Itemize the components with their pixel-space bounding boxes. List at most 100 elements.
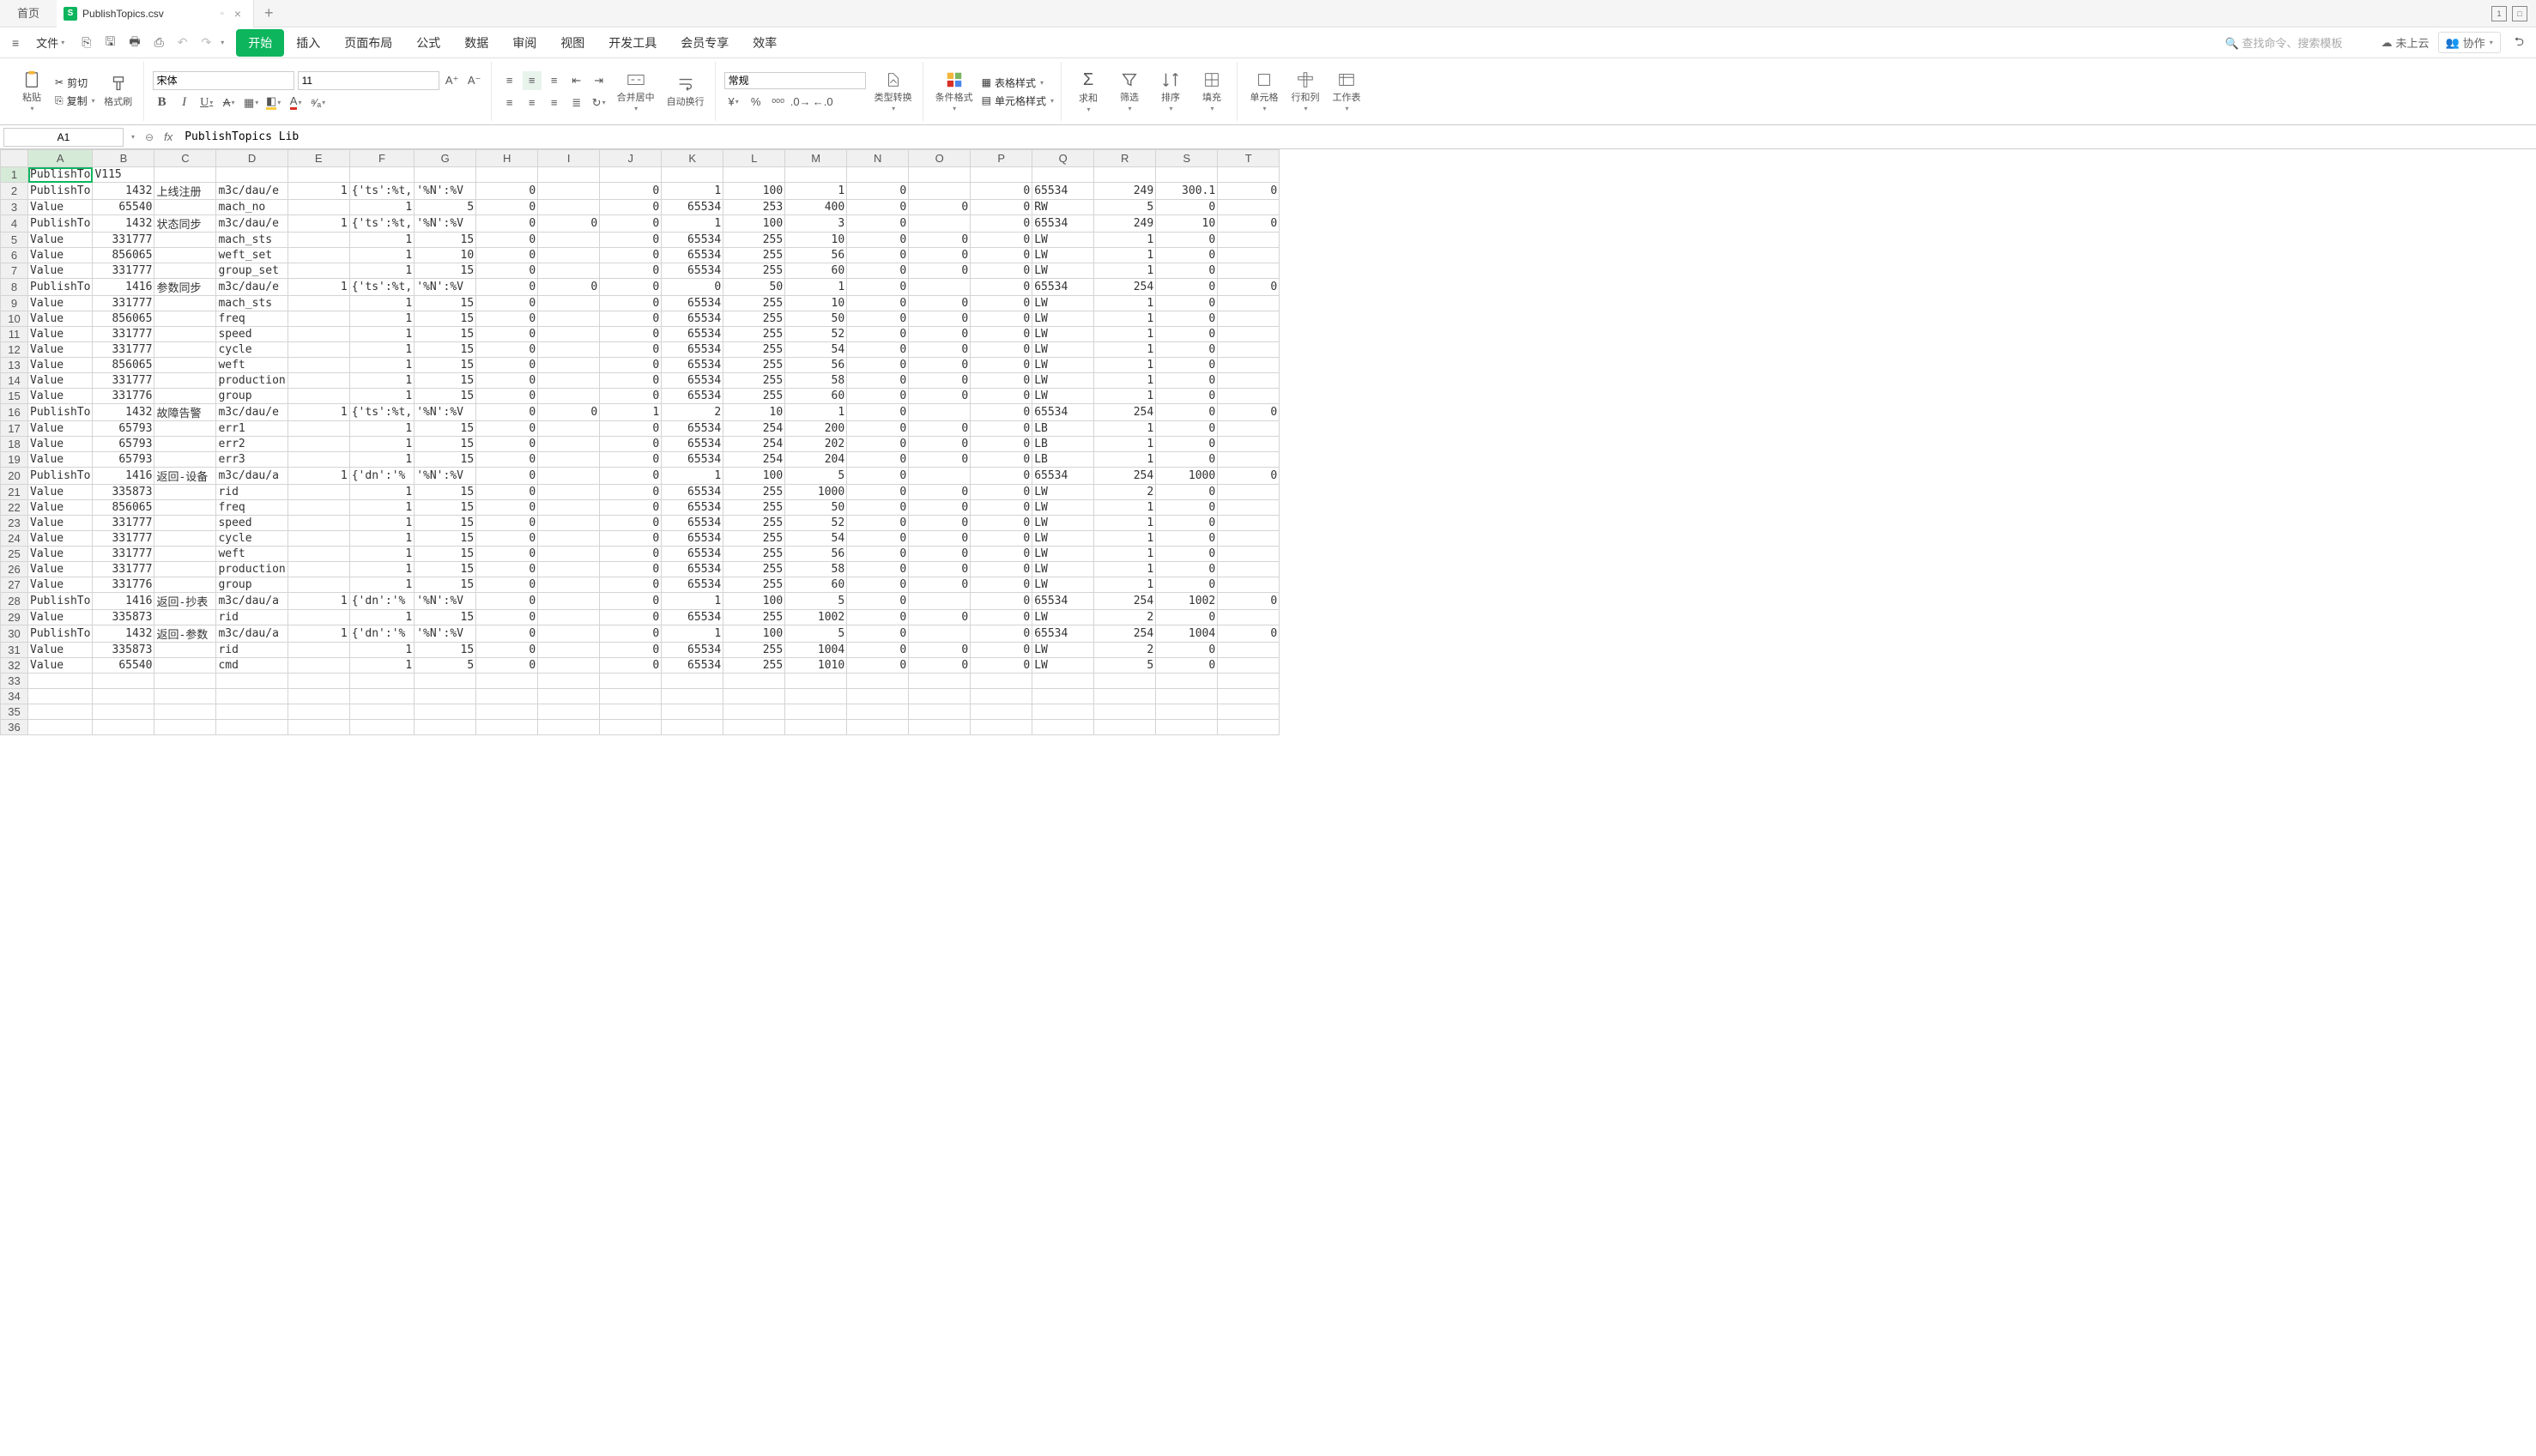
cell[interactable]: 1 <box>1094 248 1156 263</box>
align-top-icon[interactable]: ≡ <box>500 71 519 90</box>
cell[interactable]: 65534 <box>1032 593 1094 610</box>
cell[interactable] <box>1156 704 1218 720</box>
cell[interactable] <box>538 562 600 577</box>
cell[interactable]: 0 <box>476 500 538 516</box>
cell[interactable] <box>154 610 216 625</box>
cell[interactable]: 65534 <box>662 296 723 311</box>
cell[interactable]: 0 <box>476 625 538 643</box>
cell[interactable]: 65793 <box>93 421 154 437</box>
cell[interactable] <box>538 674 600 689</box>
cell[interactable]: 10 <box>1156 215 1218 233</box>
panel-toggle-icon[interactable]: ⮌ <box>2509 29 2529 57</box>
cell[interactable]: 65534 <box>662 311 723 327</box>
cell[interactable]: 65540 <box>93 200 154 215</box>
cell[interactable] <box>476 674 538 689</box>
cell[interactable] <box>662 720 723 735</box>
cell[interactable]: 0 <box>847 468 909 485</box>
cell[interactable] <box>538 516 600 531</box>
cell[interactable]: 0 <box>847 263 909 279</box>
col-header-N[interactable]: N <box>847 150 909 167</box>
cell[interactable] <box>538 389 600 404</box>
cell[interactable]: '%N':%V <box>415 183 476 200</box>
cell[interactable] <box>538 452 600 468</box>
cell[interactable] <box>909 689 971 704</box>
cell[interactable] <box>1218 658 1280 674</box>
row-header[interactable]: 24 <box>1 531 28 547</box>
italic-button[interactable]: I <box>175 94 194 112</box>
cell[interactable]: 0 <box>538 279 600 296</box>
cell[interactable]: weft <box>216 358 287 373</box>
cell[interactable]: 1 <box>349 610 414 625</box>
cell[interactable]: 0 <box>600 183 662 200</box>
row-header[interactable]: 27 <box>1 577 28 593</box>
cell[interactable]: 331777 <box>93 327 154 342</box>
cell[interactable] <box>287 421 349 437</box>
cell[interactable]: 1 <box>349 643 414 658</box>
cell[interactable]: 0 <box>600 643 662 658</box>
cell[interactable]: 65540 <box>93 658 154 674</box>
cell[interactable]: 1 <box>1094 358 1156 373</box>
cell[interactable]: speed <box>216 516 287 531</box>
close-tab-icon[interactable]: × <box>229 5 246 22</box>
cell[interactable]: 54 <box>785 342 847 358</box>
cell[interactable]: m3c/dau/e <box>216 279 287 296</box>
cell[interactable]: 0 <box>847 404 909 421</box>
cell[interactable]: 1 <box>349 200 414 215</box>
cell[interactable]: {'dn':'% <box>349 625 414 643</box>
cell[interactable]: 0 <box>476 296 538 311</box>
select-all-corner[interactable] <box>1 150 28 167</box>
cell[interactable]: 0 <box>847 593 909 610</box>
cell[interactable]: 0 <box>600 421 662 437</box>
cell[interactable] <box>785 167 847 183</box>
cell[interactable] <box>476 720 538 735</box>
cell[interactable]: mach_sts <box>216 233 287 248</box>
cell[interactable]: 0 <box>971 468 1032 485</box>
cell[interactable]: PublishTo <box>28 167 93 183</box>
cell[interactable]: 0 <box>971 327 1032 342</box>
cell[interactable]: 0 <box>1156 577 1218 593</box>
cell[interactable] <box>154 389 216 404</box>
cell[interactable] <box>971 689 1032 704</box>
row-header[interactable]: 13 <box>1 358 28 373</box>
menu-tab-8[interactable]: 会员专享 <box>669 29 741 57</box>
cell[interactable] <box>154 248 216 263</box>
cell[interactable]: 0 <box>847 279 909 296</box>
cell[interactable]: Value <box>28 263 93 279</box>
cell[interactable]: 1 <box>349 437 414 452</box>
cell[interactable]: 0 <box>971 610 1032 625</box>
cell[interactable]: 60 <box>785 577 847 593</box>
row-header[interactable]: 21 <box>1 485 28 500</box>
cell[interactable]: 0 <box>971 215 1032 233</box>
cell[interactable]: 15 <box>415 485 476 500</box>
cell[interactable]: 0 <box>1156 643 1218 658</box>
cell[interactable]: speed <box>216 327 287 342</box>
cell[interactable]: cmd <box>216 658 287 674</box>
cell[interactable]: 254 <box>1094 404 1156 421</box>
cell[interactable] <box>287 577 349 593</box>
col-header-G[interactable]: G <box>415 150 476 167</box>
cell[interactable] <box>538 167 600 183</box>
cell[interactable] <box>847 689 909 704</box>
cell[interactable] <box>287 531 349 547</box>
preview-icon[interactable]: ⎙ <box>149 32 169 53</box>
cell[interactable]: 0 <box>600 516 662 531</box>
cell[interactable]: '%N':%V <box>415 215 476 233</box>
cell[interactable]: 0 <box>971 263 1032 279</box>
indent-dec-icon[interactable]: ⇤ <box>567 71 586 90</box>
cell[interactable] <box>415 167 476 183</box>
cell[interactable] <box>600 167 662 183</box>
cell[interactable] <box>287 704 349 720</box>
cell[interactable]: 255 <box>723 577 785 593</box>
cell[interactable] <box>909 183 971 200</box>
cell[interactable]: 1 <box>349 562 414 577</box>
cell[interactable]: 3 <box>785 215 847 233</box>
cell[interactable]: Value <box>28 577 93 593</box>
cell[interactable] <box>154 720 216 735</box>
cell[interactable]: 0 <box>909 500 971 516</box>
cell[interactable]: 1432 <box>93 183 154 200</box>
cell[interactable]: 1 <box>349 233 414 248</box>
cell[interactable]: 65534 <box>662 200 723 215</box>
cell[interactable] <box>154 342 216 358</box>
cell[interactable]: 1 <box>287 215 349 233</box>
cell[interactable]: err3 <box>216 452 287 468</box>
